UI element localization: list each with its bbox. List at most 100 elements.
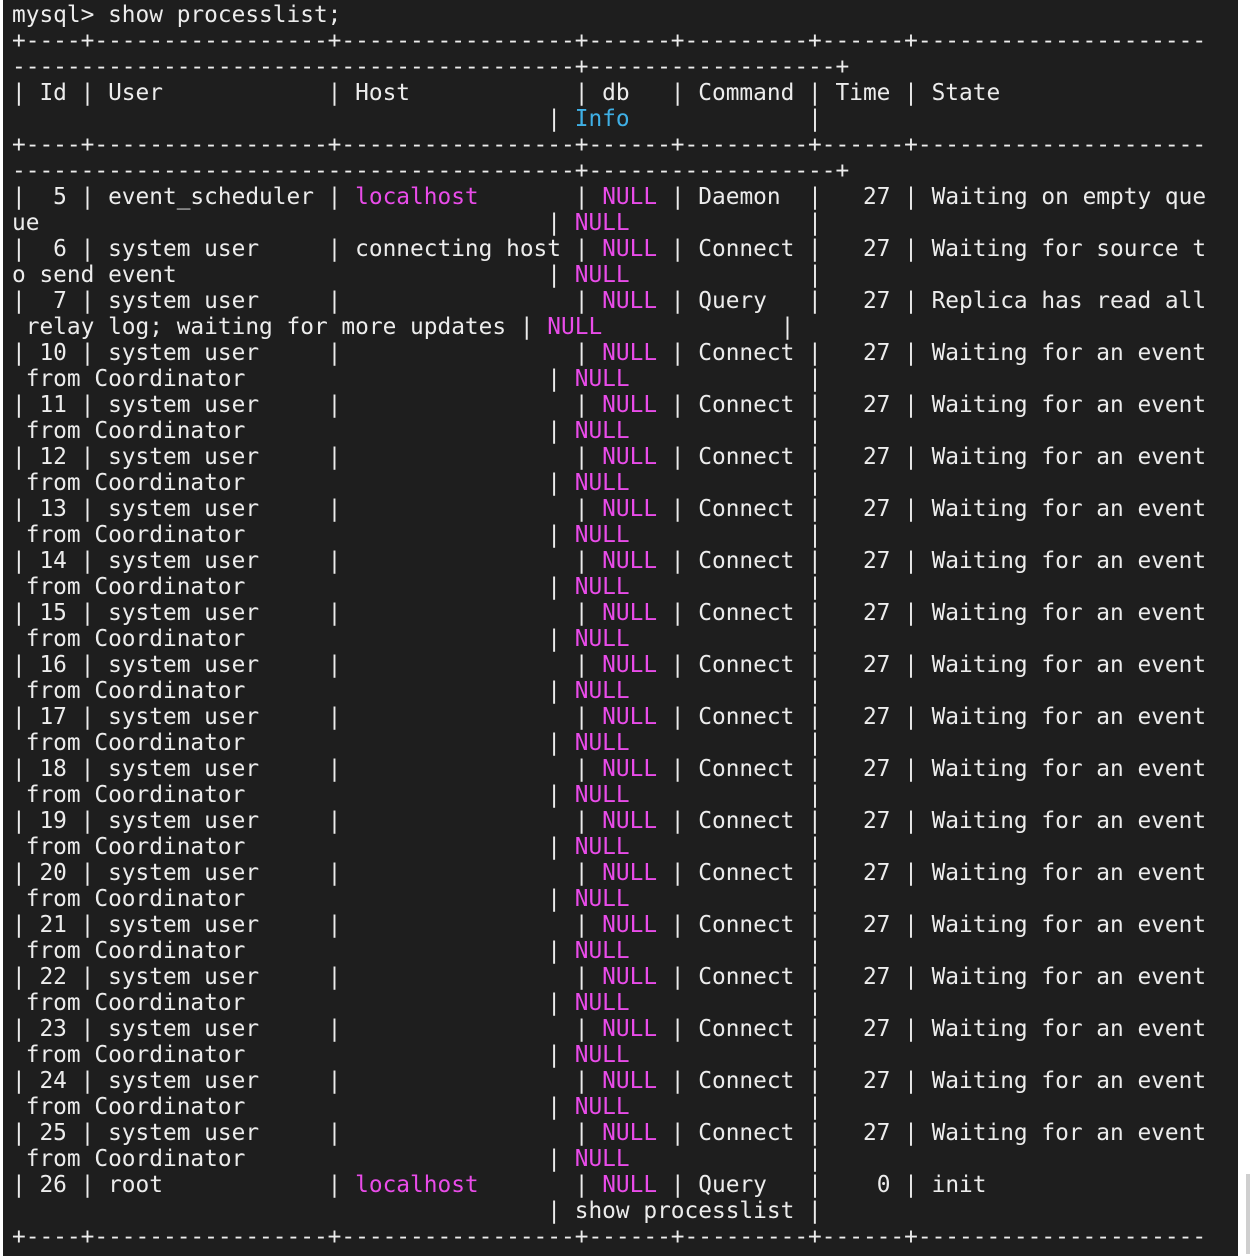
terminal-text: ue | — [12, 210, 575, 236]
terminal-text: | — [629, 262, 822, 288]
terminal-text: | — [602, 314, 795, 340]
terminal-text: | 17 | system user | | — [12, 704, 603, 730]
terminal-line: | 22 | system user | | NULL | Connect | … — [12, 964, 1206, 990]
highlighted-value: NULL — [574, 678, 630, 704]
highlighted-value: NULL — [574, 574, 630, 600]
terminal-line: | 24 | system user | | NULL | Connect | … — [12, 1068, 1206, 1094]
highlighted-value: NULL — [602, 444, 658, 470]
terminal-text: from Coordinator | — [12, 418, 575, 444]
terminal-line: o send event | NULL | — [12, 262, 1206, 288]
terminal-text: | Query | 27 | Replica has read all — [657, 288, 1207, 314]
terminal-line: from Coordinator | NULL | — [12, 990, 1206, 1016]
highlighted-value: NULL — [602, 340, 658, 366]
terminal-line: | Info | — [12, 106, 1206, 132]
highlighted-value: NULL — [547, 314, 603, 340]
terminal-text: | — [629, 470, 822, 496]
highlighted-value: NULL — [602, 756, 658, 782]
highlighted-value: NULL — [574, 210, 630, 236]
terminal-text: | 13 | system user | | — [12, 496, 603, 522]
terminal-text: | 16 | system user | | — [12, 652, 603, 678]
terminal-line: from Coordinator | NULL | — [12, 678, 1206, 704]
terminal-text: | Connect | 27 | Waiting for an event — [657, 756, 1207, 782]
terminal-text: | — [478, 1172, 603, 1198]
highlighted-value: NULL — [602, 392, 658, 418]
highlighted-value: NULL — [602, 1120, 658, 1146]
terminal-line: | 7 | system user | | NULL | Query | 27 … — [12, 288, 1206, 314]
terminal-text: | — [629, 730, 822, 756]
terminal-line: from Coordinator | NULL | — [12, 574, 1206, 600]
highlighted-value: NULL — [602, 548, 658, 574]
highlighted-value: NULL — [574, 834, 630, 860]
highlighted-value: NULL — [602, 652, 658, 678]
terminal-text: | 19 | system user | | — [12, 808, 603, 834]
terminal-text: mysql> show processlist; — [12, 2, 342, 28]
terminal-text: | 11 | system user | | — [12, 392, 603, 418]
terminal-text: from Coordinator | — [12, 886, 575, 912]
terminal-text: | — [629, 938, 822, 964]
terminal-text: | — [12, 106, 575, 132]
highlighted-value: localhost — [355, 184, 479, 210]
terminal-text: from Coordinator | — [12, 730, 575, 756]
terminal-text: | — [478, 184, 603, 210]
terminal-text: | Connect | 27 | Waiting for source t — [657, 236, 1207, 262]
terminal-output: mysql> show processlist; +----+----------… — [12, 2, 1206, 1250]
terminal-line: +----+-----------------+----------------… — [12, 28, 1206, 54]
scrollbar[interactable] — [1238, 0, 1258, 1256]
terminal-text: | 26 | root | — [12, 1172, 356, 1198]
highlighted-value: NULL — [574, 1146, 630, 1172]
terminal-text: | 12 | system user | | — [12, 444, 603, 470]
highlighted-value: NULL — [602, 496, 658, 522]
highlighted-value: NULL — [602, 1172, 658, 1198]
terminal-text: | Connect | 27 | Waiting for an event — [657, 548, 1207, 574]
terminal-text: | — [629, 990, 822, 1016]
highlighted-value: NULL — [602, 808, 658, 834]
terminal-line: from Coordinator | NULL | — [12, 1146, 1206, 1172]
highlighted-value: NULL — [602, 964, 658, 990]
terminal-text: | Query | 0 | init — [657, 1172, 987, 1198]
terminal-text: | — [629, 782, 822, 808]
highlighted-value: localhost — [355, 1172, 479, 1198]
terminal-text: | 5 | event_scheduler | — [12, 184, 356, 210]
terminal-text: | Connect | 27 | Waiting for an event — [657, 392, 1207, 418]
terminal-text: | — [629, 626, 822, 652]
terminal-text: | Connect | 27 | Waiting for an event — [657, 1016, 1207, 1042]
terminal-line: from Coordinator | NULL | — [12, 730, 1206, 756]
terminal-text: +----+-----------------+----------------… — [12, 132, 1207, 158]
terminal-text: from Coordinator | — [12, 678, 575, 704]
terminal-text: | — [629, 210, 822, 236]
terminal-text: | — [629, 522, 822, 548]
terminal-text: from Coordinator | — [12, 1146, 575, 1172]
terminal-text: | Connect | 27 | Waiting for an event — [657, 496, 1207, 522]
terminal-text: | 25 | system user | | — [12, 1120, 603, 1146]
terminal-text: | Connect | 27 | Waiting for an event — [657, 652, 1207, 678]
terminal-line: | 13 | system user | | NULL | Connect | … — [12, 496, 1206, 522]
terminal-text: | Connect | 27 | Waiting for an event — [657, 1120, 1207, 1146]
terminal-text: relay log; waiting for more updates | — [12, 314, 548, 340]
terminal-text: | — [629, 886, 822, 912]
terminal-text: ----------------------------------------… — [12, 54, 850, 80]
terminal-line: | show processlist | — [12, 1198, 1206, 1224]
terminal-text: ----------------------------------------… — [12, 158, 850, 184]
highlighted-value: NULL — [602, 600, 658, 626]
highlighted-value: NULL — [574, 522, 630, 548]
highlighted-value: NULL — [574, 782, 630, 808]
terminal-window[interactable]: mysql> show processlist; +----+----------… — [3, 0, 1238, 1256]
highlighted-value: NULL — [574, 730, 630, 756]
terminal-line: | Id | User | Host | db | Command | Time… — [12, 80, 1206, 106]
scrollbar-thumb[interactable] — [1246, 1174, 1250, 1254]
terminal-line: | 16 | system user | | NULL | Connect | … — [12, 652, 1206, 678]
terminal-line: | 19 | system user | | NULL | Connect | … — [12, 808, 1206, 834]
terminal-text: | 10 | system user | | — [12, 340, 603, 366]
highlighted-value: NULL — [602, 1068, 658, 1094]
terminal-text: | Connect | 27 | Waiting for an event — [657, 964, 1207, 990]
terminal-line: ue | NULL | — [12, 210, 1206, 236]
terminal-text: from Coordinator | — [12, 1094, 575, 1120]
terminal-text: o send event | — [12, 262, 575, 288]
terminal-line: from Coordinator | NULL | — [12, 418, 1206, 444]
terminal-text: from Coordinator | — [12, 626, 575, 652]
highlighted-value: NULL — [602, 912, 658, 938]
terminal-line: from Coordinator | NULL | — [12, 938, 1206, 964]
terminal-line: from Coordinator | NULL | — [12, 782, 1206, 808]
terminal-text: | Connect | 27 | Waiting for an event — [657, 704, 1207, 730]
terminal-line: from Coordinator | NULL | — [12, 626, 1206, 652]
